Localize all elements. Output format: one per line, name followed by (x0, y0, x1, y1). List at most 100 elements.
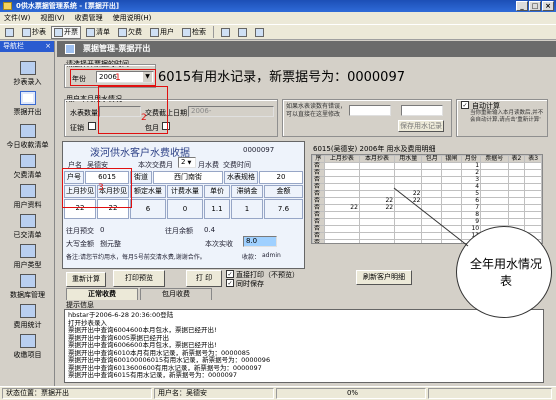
toolbar-invoice-button[interactable]: 开票 (51, 25, 81, 39)
year-detail-header-cell[interactable]: 票据号 (480, 155, 509, 163)
save-also-label: 同时保存 (236, 280, 264, 288)
toolbar-arrears-button[interactable]: 欠费 (115, 26, 145, 39)
nav-item-meter-entry[interactable]: 抄表录入 (0, 61, 55, 87)
tab-normal-charge[interactable]: 正常收费 (66, 288, 138, 300)
table-cell (480, 190, 509, 198)
nav-item-items[interactable]: 收缴项目 (0, 334, 55, 360)
refresh-customer-button[interactable]: 刷新客户明细 (356, 270, 412, 285)
print-button[interactable]: 打 印 (186, 270, 222, 287)
menu-help[interactable]: 使用说明(H) (113, 12, 152, 24)
annotation-box-3 (62, 168, 132, 208)
arrears-list-icon (19, 154, 36, 168)
save-also-checkbox[interactable]: ✓ (226, 279, 234, 287)
year-detail-header-cell[interactable]: 本月抄表 (358, 155, 396, 163)
year-detail-header-cell[interactable]: 用水量 (394, 155, 423, 163)
receipt-col-price: 单价 (204, 185, 230, 198)
year-detail-header-row: 序上月抄表 本月抄表 用水量 包月 银闸 月份 票据号 表2 表3 (312, 155, 542, 163)
table-cell (524, 169, 542, 177)
auto-calc-note: 当你重新输入本月读数后,并不会自动计算,请点击'重新计算' (470, 110, 544, 123)
database-icon (19, 274, 36, 288)
receipt-notice: 备注:请您节约用水，每月5号前交清水费,谢谢合作。 (66, 254, 206, 261)
maximize-button[interactable]: □ (529, 1, 541, 11)
nav-item-invoice-issue[interactable]: 票据开出 (0, 91, 55, 117)
table-cell (421, 162, 443, 170)
table-cell (441, 162, 462, 170)
modify-note: 如果水表读数有错误，可以直接在这里修改 (286, 103, 347, 118)
invoice-issue-icon (19, 91, 36, 105)
save-water-record-button[interactable]: 保存用水记录 (398, 120, 444, 132)
nav-close-button[interactable]: × (45, 41, 51, 52)
toolbar-grid-button[interactable] (2, 26, 17, 39)
status-position: 状态位置：票据开出 (2, 388, 152, 399)
receipt-col-amount: 金额 (264, 185, 303, 198)
table-row[interactable]: 否2 (312, 169, 542, 177)
user-profile-icon (19, 184, 36, 198)
table-row[interactable]: 否1 (312, 162, 542, 170)
nav-item-label: 收缴项目 (13, 351, 42, 359)
toolbar-users-button[interactable]: 用户 (147, 26, 177, 39)
menu-file[interactable]: 文件(W) (4, 12, 30, 24)
window-title: 0供水票据管理系统 - [票据开出] (16, 2, 120, 10)
log-line: hbstar于2006-6-28 20:36:00登陆 (68, 311, 174, 319)
meter-icon (22, 27, 31, 37)
toolbar-list-button[interactable]: 清单 (83, 26, 113, 39)
year-detail-header-cell[interactable]: 表2 (507, 155, 526, 163)
table-cell (524, 176, 542, 184)
close-button[interactable]: × (542, 1, 554, 11)
due-date-field[interactable]: 2006- (188, 106, 274, 117)
table-cell: 22 (323, 204, 360, 212)
nav-item-user-profile[interactable]: 用户资料 (0, 184, 55, 210)
auto-calc-checkbox[interactable]: ✓ (461, 101, 469, 109)
year-detail-header-cell[interactable]: 表3 (524, 155, 542, 163)
receipt-month-label: 本次交费月 (138, 161, 173, 169)
year-detail-header-cell[interactable]: 包月 (421, 155, 443, 163)
receipt-val-billed: 0 (167, 199, 203, 219)
receipt-val-amount: 7.6 (264, 199, 303, 219)
nav-item-arrears-list[interactable]: 欠费清单 (0, 154, 55, 180)
menu-view[interactable]: 视图(V) (40, 12, 64, 24)
items-icon (19, 334, 36, 348)
table-cell (524, 197, 542, 205)
direct-print-checkbox[interactable]: ✓ (226, 270, 234, 278)
page-title: 票据管理-票据开出 (83, 44, 151, 53)
toolbar-meter-button[interactable]: 抄表 (19, 26, 49, 39)
toolbar-print-button[interactable] (235, 26, 250, 39)
minimize-button[interactable]: _ (516, 1, 528, 11)
nav-item-statistics[interactable]: 费用统计 (0, 304, 55, 330)
current-reading-field[interactable] (349, 105, 391, 116)
toolbar-users-label: 用户 (160, 28, 174, 36)
toolbar-search-label: 检索 (192, 28, 206, 36)
print-preview-button[interactable]: 打印预览 (113, 270, 165, 287)
search-icon (182, 27, 191, 37)
toolbar-refresh-button[interactable] (252, 26, 267, 39)
receipt-month-select[interactable]: 2 ▼ (178, 157, 196, 168)
nav-item-daily-receipt[interactable]: 今日收款清单 (0, 124, 55, 150)
statistics-icon (19, 304, 36, 318)
toolbar-arrears-label: 欠费 (128, 28, 142, 36)
nav-item-paid-list[interactable]: 已交清单 (0, 214, 55, 240)
receipt-col-latefee: 滞纳金 (231, 185, 263, 198)
receipt-spec-value: 20 (259, 171, 303, 184)
menu-charge[interactable]: 收费管理 (75, 12, 103, 24)
collect-checkbox[interactable] (88, 122, 96, 130)
nav-item-user-type[interactable]: 用户类型 (0, 244, 55, 270)
year-detail-header-cell[interactable]: 银闸 (441, 155, 462, 163)
table-cell (394, 162, 423, 170)
year-detail-header-cell[interactable]: 上月抄表 (323, 155, 360, 163)
water-info-group (64, 99, 278, 137)
table-cell (323, 239, 360, 243)
table-row[interactable]: 否3 (312, 176, 542, 184)
table-cell (394, 176, 423, 184)
toolbar-save-button[interactable] (218, 26, 233, 39)
recalculate-button[interactable]: 重新计算 (66, 272, 106, 287)
receipt-actual-field[interactable]: 8.0 (243, 236, 277, 247)
nav-header: 导航栏 × (0, 41, 54, 52)
last-reading-field[interactable] (401, 105, 443, 116)
nav-item-label: 欠费清单 (13, 171, 42, 179)
nav-item-database[interactable]: 数据库管理 (0, 274, 55, 300)
toolbar-search-button[interactable]: 检索 (179, 26, 209, 39)
nav-item-label: 票据开出 (13, 108, 42, 116)
tab-monthly-charge[interactable]: 包月收费 (140, 288, 212, 300)
log-panel[interactable]: hbstar于2006-6-28 20:36:00登陆 打开抄表录入 票据开出中查询… (64, 309, 544, 383)
annotation-box-2 (98, 86, 168, 134)
